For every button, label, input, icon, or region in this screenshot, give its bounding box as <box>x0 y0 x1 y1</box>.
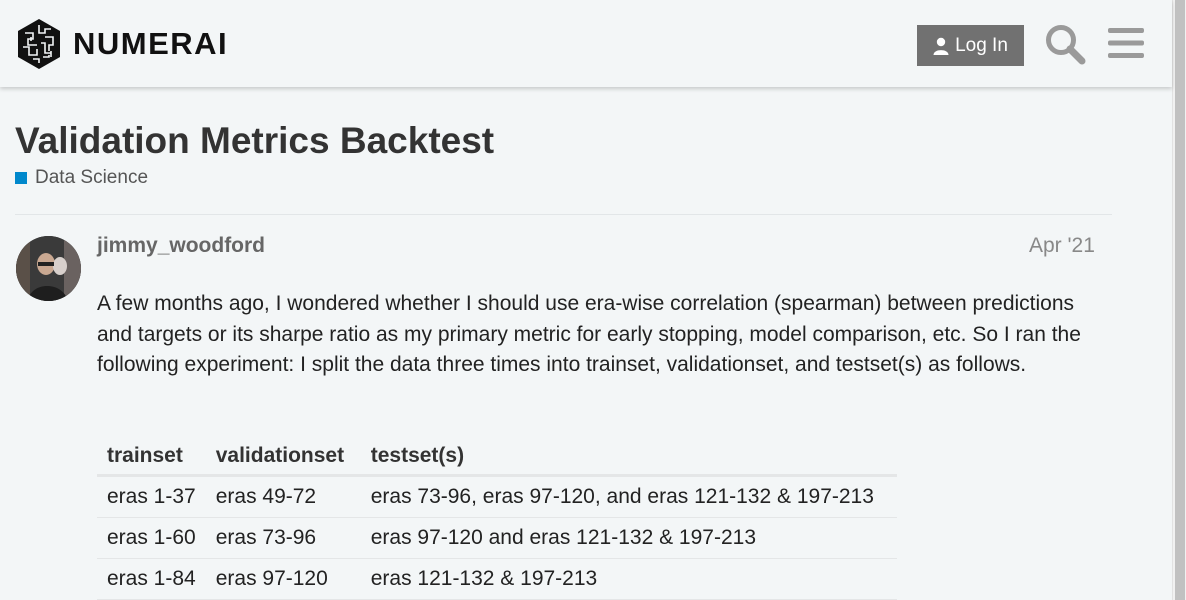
table-header-cell: validationset <box>205 438 361 477</box>
category-badge[interactable]: Data Science <box>15 167 148 189</box>
table-row: eras 1-84 eras 97-120 eras 121-132 & 197… <box>97 558 897 600</box>
table-cell: eras 1-84 <box>97 558 206 600</box>
avatar-image-icon <box>16 236 81 301</box>
site-header: NUMERAI Log In <box>0 0 1172 87</box>
table-row: eras 1-37 eras 49-72 eras 73-96, eras 97… <box>97 475 897 518</box>
scrollbar-thumb[interactable] <box>1175 0 1185 600</box>
topic-title[interactable]: Validation Metrics Backtest <box>15 120 494 162</box>
table-cell: eras 1-60 <box>97 517 206 559</box>
post-date[interactable]: Apr '21 <box>1029 234 1095 258</box>
table-header-cell: trainset <box>97 438 206 477</box>
login-button[interactable]: Log In <box>917 25 1024 66</box>
numerai-logo-icon <box>18 19 60 69</box>
table-cell: eras 97-120 and eras 121-132 & 197-213 <box>360 517 897 559</box>
table-cell: eras 97-120 <box>205 558 361 600</box>
post-author[interactable]: jimmy_woodford <box>97 234 265 258</box>
avatar[interactable] <box>16 236 81 301</box>
brand-name: NUMERAI <box>73 26 229 61</box>
page-scrollbar[interactable] <box>1172 0 1186 600</box>
table-header-cell: testset(s) <box>360 438 897 477</box>
category-color-swatch <box>15 172 27 184</box>
category-label: Data Science <box>35 167 149 188</box>
table-cell: eras 1-37 <box>97 475 206 518</box>
table-cell: eras 121-132 & 197-213 <box>360 558 897 600</box>
table-row: eras 1-60 eras 73-96 eras 97-120 and era… <box>97 517 897 559</box>
table-header-row: trainset validationset testset(s) <box>97 438 897 477</box>
table-cell: eras 73-96, eras 97-120, and eras 121-13… <box>360 475 897 518</box>
table-cell: eras 73-96 <box>205 517 361 559</box>
split-table: trainset validationset testset(s) eras 1… <box>97 438 897 600</box>
table-cell: eras 49-72 <box>205 475 361 518</box>
topic-divider <box>15 214 1112 215</box>
search-icon[interactable] <box>1044 23 1086 65</box>
login-label: Log In <box>955 34 1008 56</box>
site-logo[interactable]: NUMERAI <box>15 17 228 71</box>
post-body-text: A few months ago, I wondered whether I s… <box>97 292 1081 376</box>
user-icon <box>933 37 949 55</box>
hamburger-menu-icon[interactable] <box>1108 27 1144 59</box>
